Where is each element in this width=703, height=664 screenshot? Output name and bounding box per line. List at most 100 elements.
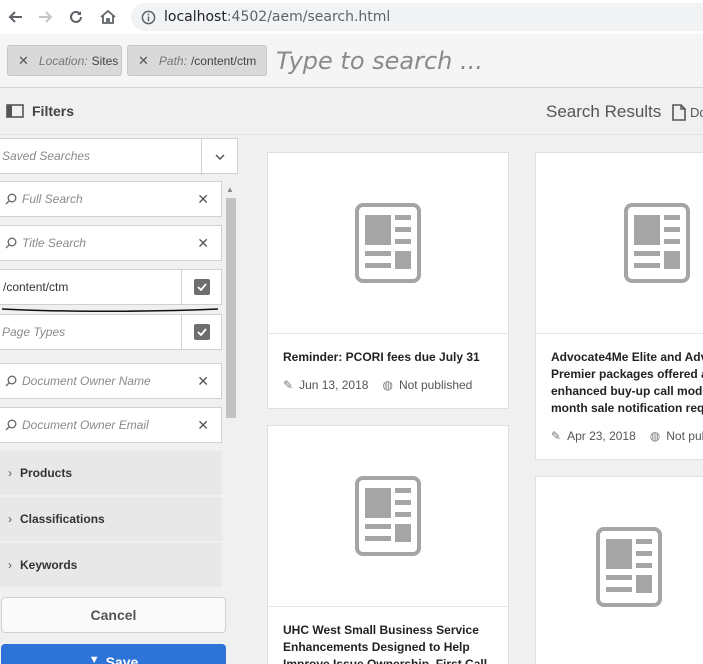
full-search-field[interactable]: Full Search ✕: [0, 181, 222, 217]
forward-button[interactable]: [29, 0, 61, 34]
location-tag[interactable]: ✕ Location: Sites: [7, 45, 122, 76]
card-title-line: enhanced buy-up call mode: [551, 384, 703, 398]
doc-owner-email-field[interactable]: Document Owner Email ✕: [0, 407, 222, 443]
result-card[interactable]: UHC West Small Business Service Enhancem…: [267, 425, 509, 664]
saved-searches-label: Saved Searches: [2, 149, 91, 163]
doc-button[interactable]: Do: [672, 104, 703, 121]
card-title-line: Reminder: PCORI fees due July 31: [283, 350, 480, 364]
url-host: localhost: [164, 9, 227, 25]
accordion-label: Products: [20, 466, 73, 480]
search-results-title: Search Results: [546, 102, 662, 121]
dropdown-toggle[interactable]: [201, 139, 237, 175]
card-title-line: Enhancements Designed to Help: [283, 640, 470, 654]
accordion-keywords[interactable]: › Keywords: [0, 543, 222, 587]
rail-toggle-icon: [6, 104, 24, 118]
arrow-right-icon: [39, 11, 53, 23]
back-button[interactable]: [0, 0, 32, 34]
save-icon: ▼: [88, 654, 100, 664]
checkmark-icon: [196, 328, 207, 336]
tag-value: /content/ctm: [190, 53, 257, 68]
result-card[interactable]: [535, 476, 703, 664]
chevron-right-icon: ›: [8, 512, 12, 526]
close-icon[interactable]: ✕: [138, 53, 149, 69]
accordion-label: Classifications: [20, 512, 105, 526]
save-button[interactable]: ▼ Save: [1, 644, 226, 664]
tag-key: Path:: [158, 53, 187, 68]
pencil-icon: ✎: [283, 378, 294, 392]
page-types-checkbox[interactable]: [181, 315, 221, 349]
result-card[interactable]: Reminder: PCORI fees due July 31 ✎ Jun 1…: [267, 152, 509, 409]
card-title: UHC West Small Business Service Enhancem…: [283, 622, 487, 664]
reload-button[interactable]: [60, 0, 92, 34]
card-thumbnail: [536, 477, 703, 657]
card-thumbnail: [268, 153, 508, 333]
card-title-line: month sale notification requ: [551, 401, 703, 415]
title-search-field[interactable]: Title Search ✕: [0, 225, 222, 261]
address-bar[interactable]: localhost:4502/aem/search.html: [131, 3, 703, 31]
card-title-line: Premier packages offered as: [551, 367, 703, 381]
close-icon[interactable]: ✕: [18, 53, 29, 69]
clear-icon[interactable]: ✕: [197, 417, 209, 434]
search-icon: [5, 419, 17, 431]
arrow-left-icon: [8, 11, 22, 23]
clear-icon[interactable]: ✕: [197, 235, 209, 252]
clear-icon[interactable]: ✕: [197, 191, 209, 208]
card-title-line: UHC West Small Business Service: [283, 623, 479, 637]
home-icon: [100, 9, 116, 24]
clear-icon[interactable]: ✕: [197, 373, 209, 390]
globe-icon: ◍: [382, 378, 393, 392]
card-divider: [268, 606, 508, 607]
saved-searches-select[interactable]: Saved Searches: [0, 138, 238, 175]
filters-label: Filters: [32, 103, 75, 119]
doc-owner-name-field[interactable]: Document Owner Name ✕: [0, 363, 222, 399]
card-meta: ✎ Jun 13, 2018 ◍ Not published: [283, 378, 472, 392]
search-icon: [5, 375, 17, 387]
accordion-products[interactable]: › Products: [0, 451, 222, 495]
search-input[interactable]: [276, 46, 696, 76]
browser-toolbar: localhost:4502/aem/search.html: [0, 0, 703, 34]
cancel-button[interactable]: Cancel: [1, 597, 226, 633]
page-placeholder-icon: [355, 203, 421, 283]
scrollbar-thumb[interactable]: [226, 198, 236, 418]
search-icon: [5, 193, 17, 205]
save-label: Save: [105, 654, 139, 664]
path-checkbox[interactable]: [181, 270, 221, 304]
path-tag[interactable]: ✕ Path: /content/ctm: [127, 45, 267, 76]
chevron-right-icon: ›: [8, 466, 12, 480]
result-card[interactable]: Advocate4Me Elite and Adv Premier packag…: [535, 152, 703, 460]
card-date: Jun 13, 2018: [299, 378, 369, 392]
page-placeholder-icon: [355, 476, 421, 556]
document-icon: [672, 104, 686, 121]
card-title-line: Advocate4Me Elite and Adv: [551, 350, 703, 364]
pencil-icon: ✎: [551, 429, 562, 443]
doc-owner-name-placeholder: Document Owner Name: [22, 374, 151, 388]
card-status: Not publ: [666, 429, 703, 443]
card-meta: ✎ Apr 23, 2018 ◍ Not publ: [551, 429, 703, 443]
accordion-classifications[interactable]: › Classifications: [0, 497, 222, 541]
card-thumbnail: [268, 426, 508, 606]
reload-icon: [70, 10, 82, 23]
rail-header: Filters Search Results Do: [0, 89, 703, 135]
page-placeholder-icon: [595, 527, 662, 607]
omnisearch-bar: ✕ Location: Sites ✕ Path: /content/ctm: [0, 34, 703, 88]
accordion-label: Keywords: [20, 558, 78, 572]
title-search-placeholder: Title Search: [22, 236, 86, 250]
card-status: Not published: [398, 378, 473, 392]
home-button[interactable]: [92, 0, 124, 34]
page-types-field[interactable]: Page Types: [0, 314, 222, 350]
hand-drawn-underline: [1, 308, 219, 313]
card-date: Apr 23, 2018: [567, 429, 636, 443]
filters-toggle[interactable]: Filters: [6, 103, 74, 119]
page-placeholder-icon: [624, 203, 690, 283]
url-path: :4502/aem/search.html: [226, 9, 391, 25]
card-title: Reminder: PCORI fees due July 31: [283, 349, 480, 366]
scroll-up-arrow[interactable]: ▲: [226, 185, 234, 194]
path-field[interactable]: /content/ctm: [0, 269, 222, 305]
card-divider: [268, 333, 508, 334]
info-icon: [141, 10, 156, 24]
chevron-right-icon: ›: [8, 558, 12, 572]
search-icon: [5, 237, 17, 249]
checkmark-icon: [196, 283, 207, 291]
chevron-down-icon: [214, 154, 225, 160]
address-url: localhost:4502/aem/search.html: [164, 9, 390, 25]
